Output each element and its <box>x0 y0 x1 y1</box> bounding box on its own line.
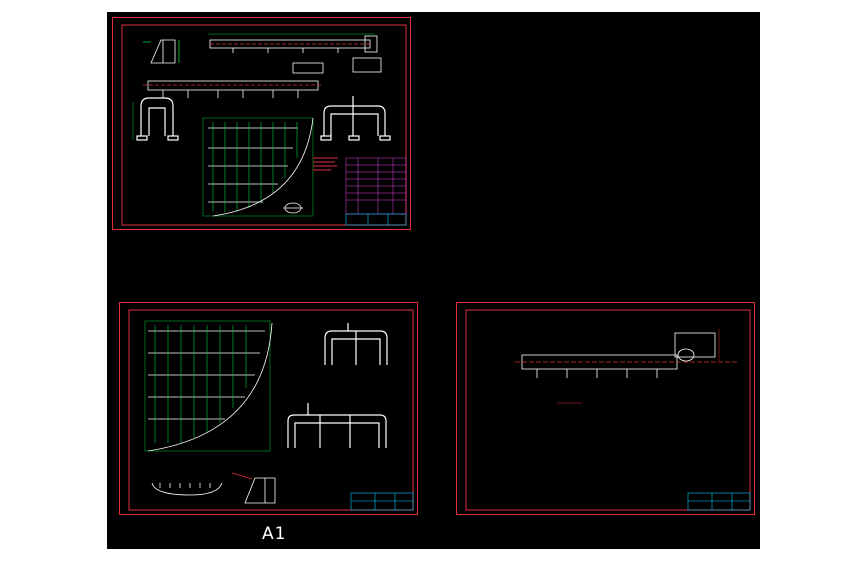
u-pipe-assembly-wide <box>287 403 387 448</box>
u-pipe-assembly <box>324 323 388 365</box>
drawing-notes <box>313 157 338 171</box>
u-pipe-assembly-right <box>320 96 391 141</box>
tube-bundle-grid <box>202 117 314 217</box>
u-pipe-assembly-small <box>132 97 179 141</box>
drawing-canvas[interactable]: A1 <box>107 12 760 549</box>
drawing-sheet-bottom-right[interactable] <box>456 302 755 515</box>
manifold-header <box>515 329 737 404</box>
title-block <box>687 492 751 511</box>
sheet-bottom-left-drawing <box>128 309 414 511</box>
curved-base-profile <box>151 482 223 496</box>
tank-section-view <box>231 472 276 504</box>
tube-bundle-grid <box>144 320 273 452</box>
drawing-sheet-bottom-left[interactable] <box>119 302 418 515</box>
parts-table <box>345 157 407 215</box>
title-block <box>350 492 414 511</box>
title-block <box>345 213 407 226</box>
manifold-header-top <box>208 33 382 74</box>
flange-fitting <box>283 202 303 214</box>
sheet-size-label: A1 <box>262 524 287 544</box>
drawing-sheet-top-left[interactable] <box>112 17 411 230</box>
sheet-bottom-right-drawing <box>465 309 751 511</box>
manifold-header-bottom <box>143 80 323 98</box>
sheet-top-left-drawing <box>121 24 407 226</box>
tank-section-view <box>143 39 180 64</box>
